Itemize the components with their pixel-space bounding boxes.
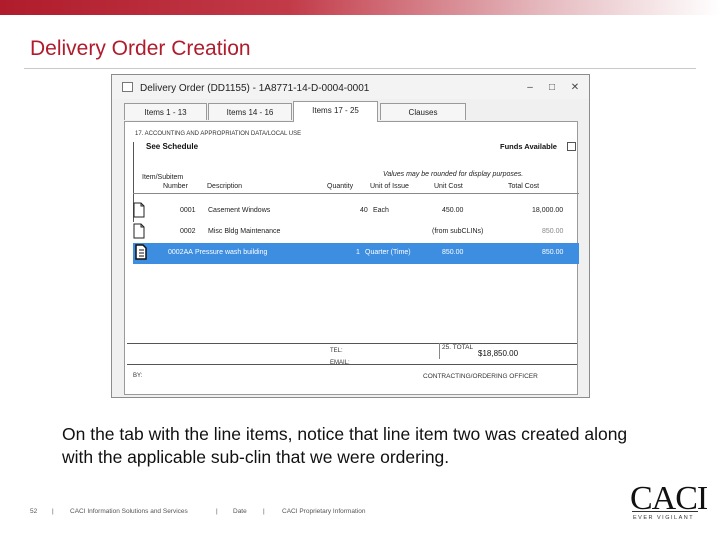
row-unit-cost: 450.00 — [442, 207, 464, 214]
window-titlebar[interactable]: Delivery Order (DD1155) - 1A8771-14-D-00… — [112, 75, 589, 99]
total-label: 25. TOTAL — [442, 344, 474, 351]
table-row[interactable]: 0001 Casement Windows 40 Each 450.00 18,… — [133, 201, 579, 222]
delivery-order-window: Delivery Order (DD1155) - 1A8771-14-D-00… — [111, 74, 590, 398]
tab-strip: Items 1 - 13 Items 14 - 16 Items 17 - 25… — [124, 101, 584, 122]
col-unit-of-issue: Unit of Issue — [370, 183, 409, 190]
col-description: Description — [207, 183, 243, 190]
footer-separator: | — [216, 508, 218, 515]
row-total-cost: 850.00 — [542, 228, 564, 235]
funds-available-label: Funds Available — [500, 142, 557, 151]
top-accent-bar — [0, 0, 720, 15]
row-unit: Quarter (Time) — [365, 249, 411, 256]
signature-label: CONTRACTING/ORDERING OFFICER — [423, 373, 538, 380]
col-quantity: Quantity — [327, 183, 354, 190]
document-icon — [133, 202, 145, 218]
tab-clauses[interactable]: Clauses — [380, 103, 466, 120]
row-number: 0002AA — [168, 249, 193, 256]
rounding-note: Values may be rounded for display purpos… — [383, 171, 524, 178]
logo-tagline: EVER VIGILANT — [633, 515, 695, 521]
row-total-cost: 18,000.00 — [532, 207, 564, 214]
title-divider — [24, 68, 696, 69]
close-button[interactable]: ✕ — [567, 83, 583, 93]
maximize-button[interactable]: □ — [544, 83, 560, 93]
footer-proprietary: CACI Proprietary Information — [282, 508, 366, 515]
total-separator — [439, 343, 440, 359]
window-title: Delivery Order (DD1155) - 1A8771-14-D-00… — [140, 83, 370, 94]
tel-label: TEL: — [330, 348, 343, 354]
app-icon — [122, 82, 133, 92]
col-unit-cost: Unit Cost — [434, 183, 463, 190]
slide-title: Delivery Order Creation — [30, 37, 251, 60]
col-number: Number — [163, 183, 188, 190]
row-number: 0001 — [180, 207, 196, 214]
logo-divider — [632, 511, 698, 512]
row-quantity: 40 — [360, 207, 368, 214]
funds-available-checkbox[interactable] — [567, 142, 576, 151]
minimize-button[interactable]: – — [522, 83, 538, 93]
line-items-panel: 17. ACCOUNTING AND APPROPRIATION DATA/LO… — [124, 121, 579, 395]
row-description: Pressure wash building — [195, 249, 268, 256]
table-row-selected[interactable]: 0002AA Pressure wash building 1 Quarter … — [133, 243, 579, 264]
row-total-cost: 850.00 — [542, 249, 564, 256]
signature-divider — [127, 364, 577, 365]
footer-separator: | — [263, 508, 265, 515]
email-label: EMAIL: — [330, 360, 350, 366]
tab-items-14-16[interactable]: Items 14 - 16 — [208, 103, 292, 120]
row-description: Misc Bldg Maintenance — [208, 228, 281, 235]
total-value: $18,850.00 — [478, 349, 519, 358]
row-unit-cost: (from subCLINs) — [432, 228, 484, 235]
slide-caption: On the tab with the line items, notice t… — [62, 424, 628, 467]
tab-items-17-25[interactable]: Items 17 - 25 — [293, 101, 378, 122]
row-number: 0002 — [180, 228, 196, 235]
col-total-cost: Total Cost — [508, 183, 540, 190]
tab-items-1-13[interactable]: Items 1 - 13 — [124, 103, 207, 120]
footer-divider — [127, 343, 577, 344]
footer-separator: | — [52, 508, 54, 515]
row-quantity: 1 — [356, 249, 360, 256]
page-number: 52 — [30, 508, 38, 515]
row-unit: Each — [373, 207, 389, 214]
header-divider — [133, 193, 579, 194]
footer-date: Date — [233, 508, 247, 515]
footer-company: CACI Information Solutions and Services — [70, 508, 188, 515]
document-stack-icon — [135, 244, 147, 260]
caci-logo: CACI — [630, 480, 708, 517]
row-description: Casement Windows — [208, 207, 271, 214]
table-row[interactable]: 0002 Misc Bldg Maintenance (from subCLIN… — [133, 222, 579, 243]
by-label: BY: — [133, 373, 143, 379]
see-schedule-text: See Schedule — [146, 142, 199, 151]
row-unit-cost: 850.00 — [442, 249, 464, 256]
accounting-data-label: 17. ACCOUNTING AND APPROPRIATION DATA/LO… — [135, 131, 302, 137]
document-icon — [133, 223, 145, 239]
col-item-subitem: Item/Subitem — [142, 174, 184, 181]
